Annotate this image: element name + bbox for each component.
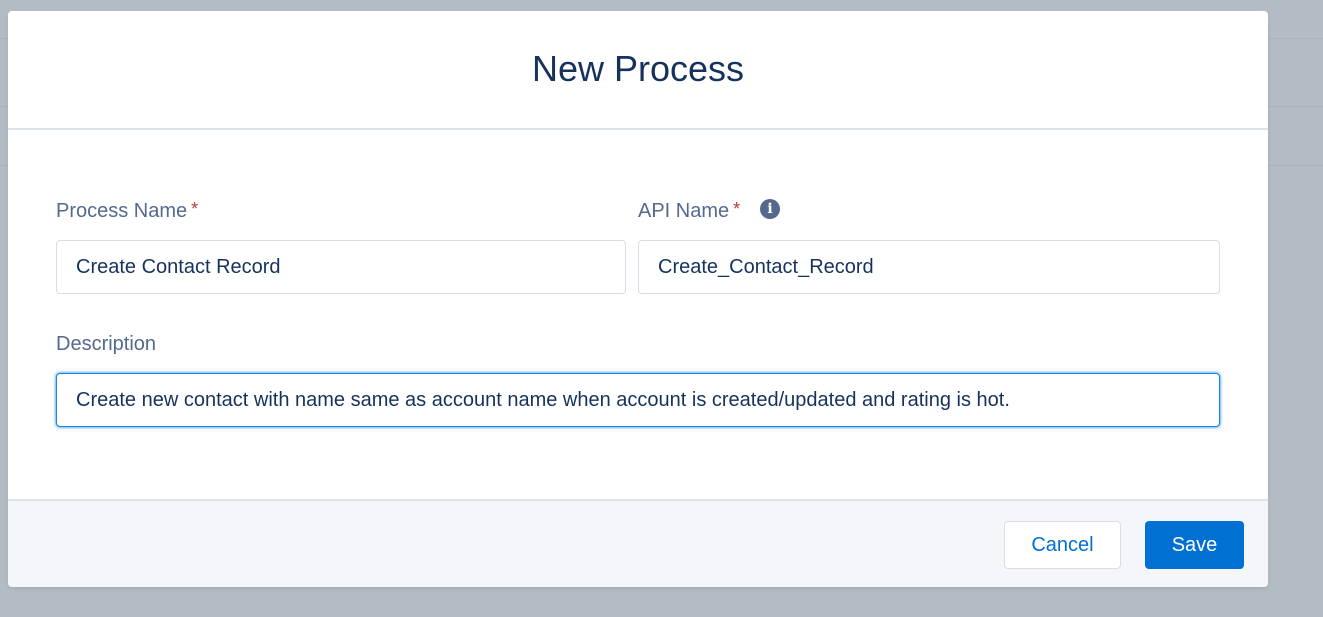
api-name-label: API Name *: [638, 199, 741, 223]
required-marker: *: [733, 199, 741, 219]
info-icon[interactable]: i: [760, 199, 780, 219]
modal-header: New Process: [8, 11, 1268, 130]
new-process-modal: New Process Process Name* API Name* i De…: [8, 11, 1268, 587]
modal-title: New Process: [531, 47, 745, 89]
required-marker: *: [191, 199, 199, 219]
api-name-label-text: API Name: [638, 200, 730, 222]
api-name-input[interactable]: [638, 240, 1220, 294]
description-input[interactable]: [56, 373, 1220, 427]
modal-footer: Cancel Save: [8, 499, 1268, 587]
cancel-button[interactable]: Cancel: [1004, 521, 1121, 569]
process-name-label: Process Name *: [56, 199, 199, 223]
description-label: Description: [56, 333, 156, 356]
process-name-input[interactable]: [56, 240, 626, 294]
description-label-text: Description: [56, 333, 157, 355]
process-name-label-text: Process Name: [56, 200, 188, 222]
modal-body: Process Name* API Name* i Description: [8, 130, 1268, 499]
save-button[interactable]: Save: [1145, 521, 1244, 569]
